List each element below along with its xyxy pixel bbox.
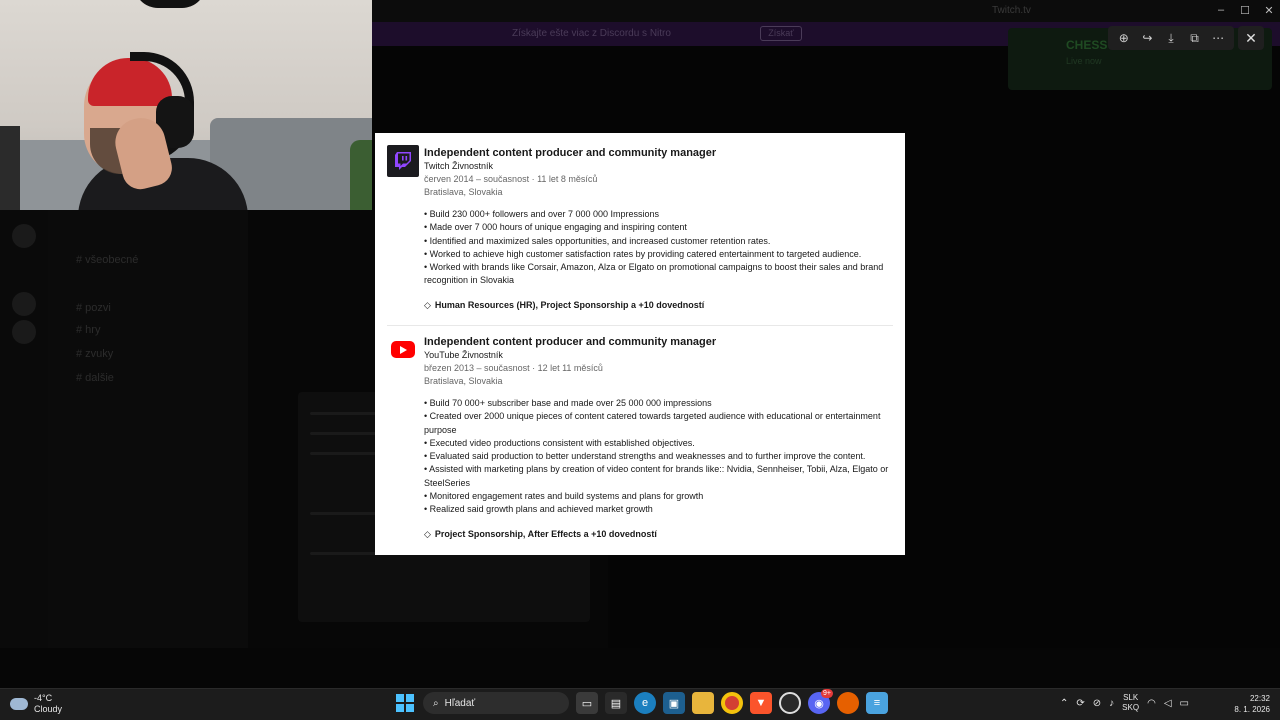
skills-text: Project Sponsorship, After Effects a +10… bbox=[434, 528, 657, 539]
volume-icon[interactable]: ◁ bbox=[1164, 698, 1172, 709]
skills-row: ◇ Human Resources (HR), Project Sponsors… bbox=[424, 299, 892, 312]
job-location: Bratislava, Slovakia bbox=[424, 376, 503, 386]
sync-icon[interactable]: ⟳ bbox=[1076, 698, 1084, 709]
microphone-icon[interactable]: ♪ bbox=[1109, 698, 1114, 709]
more-icon[interactable]: ⋯ bbox=[1209, 29, 1227, 47]
bullet-item: • Monitored engagement rates and build s… bbox=[424, 491, 704, 502]
job-location: Bratislava, Slovakia bbox=[424, 187, 503, 197]
window-close-button[interactable]: ✕ bbox=[1262, 4, 1276, 17]
clock-date: 8. 1. 2026 bbox=[1234, 705, 1270, 714]
channel-item[interactable]: # zvuky bbox=[76, 348, 113, 360]
bullet-item: • Identified and maximized sales opportu… bbox=[424, 235, 771, 246]
discord-badge: 9+ bbox=[821, 689, 833, 698]
start-button[interactable] bbox=[394, 692, 416, 714]
channel-item[interactable]: # dalšie bbox=[76, 372, 114, 384]
discord-icon[interactable]: ◉ 9+ bbox=[808, 689, 833, 714]
diamond-icon: ◇ bbox=[424, 528, 431, 539]
wifi-icon[interactable]: ◠ bbox=[1147, 698, 1156, 709]
chevron-up-icon[interactable]: ⌃ bbox=[1060, 698, 1068, 709]
server-icon[interactable] bbox=[12, 224, 36, 248]
background-titlebar: Twitch.tv – ☐ ✕ bbox=[372, 0, 1280, 22]
server-rail bbox=[0, 210, 48, 688]
taskbar-search[interactable]: ⌕ Hľadať bbox=[423, 692, 569, 714]
youtube-logo-icon bbox=[391, 341, 415, 358]
folder-icon[interactable] bbox=[692, 692, 714, 714]
channel-item[interactable]: # pozvi bbox=[76, 302, 111, 314]
zoom-in-icon[interactable]: ⊕ bbox=[1115, 29, 1133, 47]
edge-icon[interactable]: e bbox=[634, 692, 656, 714]
temperature: -4°C bbox=[34, 693, 53, 703]
bullet-item: • Executed video productions consistent … bbox=[424, 437, 695, 448]
close-icon[interactable]: ✕ bbox=[1238, 26, 1264, 50]
share-icon[interactable]: ↪ bbox=[1138, 29, 1156, 47]
weather-widget[interactable]: -4°C Cloudy bbox=[10, 693, 62, 715]
minimize-button[interactable]: – bbox=[1214, 4, 1228, 16]
job-description: • Build 70 000+ subscriber base and made… bbox=[424, 397, 892, 517]
bullet-item: • Assisted with marketing plans by creat… bbox=[424, 464, 889, 488]
server-icon[interactable] bbox=[12, 320, 36, 344]
job-description: • Build 230 000+ followers and over 7 00… bbox=[424, 208, 892, 288]
skills-text: Human Resources (HR), Project Sponsorshi… bbox=[434, 299, 705, 310]
notification-title: CHESS bbox=[1066, 38, 1108, 52]
bullet-item: • Worked with brands like Corsair, Amazo… bbox=[424, 262, 884, 286]
image-viewer-toolbar: ⊕ ↪ ⤓ ⧉ ⋯ bbox=[1108, 26, 1234, 50]
skills-row: ◇ Project Sponsorship, After Effects a +… bbox=[424, 528, 892, 541]
company-name: YouTube Živnostník bbox=[424, 350, 503, 360]
search-placeholder: Hľadať bbox=[444, 697, 476, 709]
job-title[interactable]: Independent content producer and communi… bbox=[424, 146, 892, 160]
taskbar-clock[interactable]: 22:32 8. 1. 2026 bbox=[1228, 693, 1270, 715]
bullet-item: • Evaluated said production to better un… bbox=[424, 451, 866, 462]
system-tray: ⌃ ⟳ ⊘ ♪ SLK SKQ ◠ ◁ ▭ bbox=[1060, 693, 1189, 713]
background-window-title: Twitch.tv bbox=[992, 5, 1031, 16]
experience-image: Independent content producer and communi… bbox=[375, 133, 905, 555]
notification-subtitle: Live now bbox=[1066, 56, 1102, 66]
taskbar: -4°C Cloudy ⌕ Hľadať ▭ ▤ e ▣ ▼ ◉ 9+ ≡ ⌃ ⟳ bbox=[0, 688, 1280, 720]
maximize-button[interactable]: ☐ bbox=[1238, 4, 1252, 17]
channel-item[interactable]: # hry bbox=[76, 324, 100, 336]
job-dates: červen 2014 – současnost · 11 let 8 měsí… bbox=[424, 174, 598, 184]
network-off-icon[interactable]: ⊘ bbox=[1093, 698, 1101, 709]
open-external-icon[interactable]: ⧉ bbox=[1186, 29, 1204, 47]
photos-icon[interactable]: ▣ bbox=[663, 692, 685, 714]
company-name: Twitch Živnostník bbox=[424, 161, 494, 171]
notepad-icon[interactable]: ≡ bbox=[866, 692, 888, 714]
obs-icon[interactable] bbox=[779, 692, 801, 714]
divider bbox=[387, 325, 893, 326]
weather-condition: Cloudy bbox=[34, 704, 63, 714]
task-view-icon[interactable]: ▭ bbox=[576, 692, 598, 714]
firefox-icon[interactable] bbox=[837, 692, 859, 714]
bullet-item: • Build 70 000+ subscriber base and made… bbox=[424, 398, 712, 408]
job-dates: březen 2013 – současnost · 12 let 11 měs… bbox=[424, 363, 603, 373]
diamond-icon: ◇ bbox=[424, 299, 431, 310]
brave-icon[interactable]: ▼ bbox=[750, 692, 772, 714]
job-title[interactable]: Independent content producer and communi… bbox=[424, 335, 892, 349]
language-switcher[interactable]: SLK SKQ bbox=[1122, 693, 1139, 713]
screen: Twitch.tv – ☐ ✕ Získajte ešte viac z Dis… bbox=[0, 0, 1280, 720]
bullet-item: • Realized said growth plans and achieve… bbox=[424, 504, 653, 515]
channel-list: # všeobecné # pozvi # hry # zvuky # dalš… bbox=[48, 210, 248, 688]
bullet-item: • Created over 2000 unique pieces of con… bbox=[424, 411, 881, 435]
bullet-item: • Build 230 000+ followers and over 7 00… bbox=[424, 209, 660, 219]
banner-text: Získajte ešte viac z Discordu s Nitro bbox=[512, 28, 671, 39]
download-icon[interactable]: ⤓ bbox=[1162, 29, 1180, 47]
clock-time: 22:32 bbox=[1249, 694, 1270, 703]
store-icon[interactable]: ▤ bbox=[605, 692, 627, 714]
cloud-icon bbox=[10, 698, 28, 710]
search-icon: ⌕ bbox=[433, 697, 439, 709]
server-icon[interactable] bbox=[12, 292, 36, 316]
taskbar-apps: ⌕ Hľadať ▭ ▤ e ▣ ▼ ◉ 9+ ≡ bbox=[394, 689, 888, 714]
twitch-logo-icon bbox=[387, 145, 419, 177]
bullet-item: • Worked to achieve high customer satisf… bbox=[424, 248, 862, 259]
bullet-item: • Made over 7 000 hours of unique engagi… bbox=[424, 222, 687, 233]
chrome-icon[interactable] bbox=[721, 692, 743, 714]
webcam-feed bbox=[0, 0, 372, 210]
background-bottom-bar bbox=[0, 648, 1280, 688]
battery-icon[interactable]: ▭ bbox=[1180, 698, 1189, 709]
banner-button[interactable]: Získať bbox=[760, 26, 802, 41]
channel-item[interactable]: # všeobecné bbox=[76, 254, 138, 266]
